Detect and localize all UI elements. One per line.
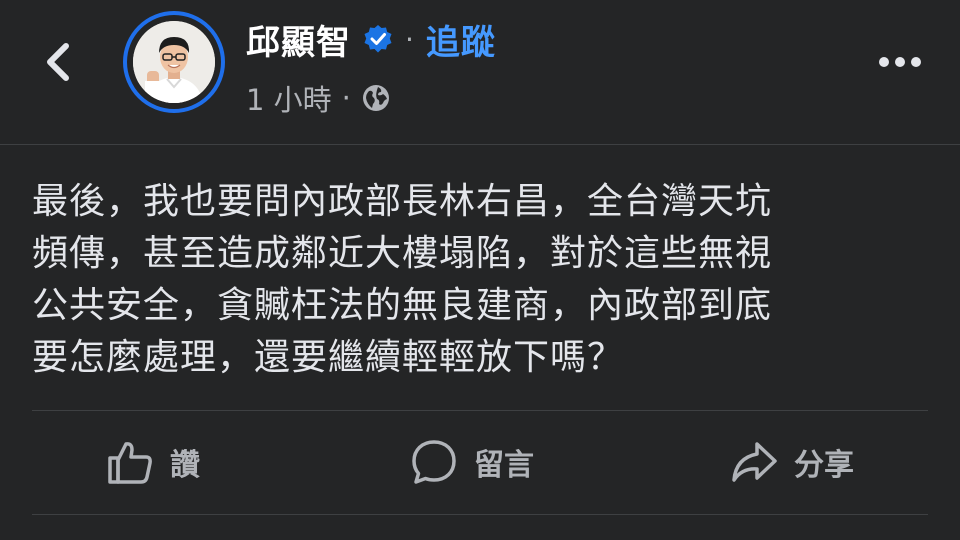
verified-badge-icon bbox=[364, 25, 392, 53]
header-divider bbox=[0, 144, 960, 145]
post-header: 邱顯智 · 追蹤 1 小時 · bbox=[0, 0, 960, 144]
post-meta: 1 小時 · bbox=[246, 78, 391, 118]
post-timestamp[interactable]: 1 小時 bbox=[246, 77, 332, 119]
thumbs-up-icon bbox=[108, 442, 152, 484]
chevron-left-icon bbox=[47, 43, 69, 81]
body-divider bbox=[32, 410, 928, 411]
avatar-photo bbox=[133, 21, 215, 103]
comment-button[interactable]: 留言 bbox=[410, 430, 534, 494]
share-button[interactable]: 分享 bbox=[730, 430, 854, 494]
author-avatar[interactable] bbox=[123, 11, 225, 113]
more-dots-icon bbox=[879, 57, 921, 67]
like-button[interactable]: 讚 bbox=[106, 430, 200, 494]
comment-label: 留言 bbox=[474, 448, 534, 483]
follow-button[interactable]: 追蹤 bbox=[426, 15, 496, 64]
post-actions-bar: 讚 留言 分享 bbox=[0, 430, 960, 494]
post-body-text: 最後，我也要問內政部長林右昌，全台灣天坑 頻傳，甚至造成鄰近大樓塌陷，對於這些無… bbox=[32, 181, 773, 378]
globe-icon[interactable] bbox=[361, 83, 391, 113]
actions-divider bbox=[32, 514, 928, 515]
share-arrow-icon bbox=[732, 442, 777, 482]
name-separator: · bbox=[405, 22, 414, 56]
share-label: 分享 bbox=[794, 448, 854, 483]
meta-separator: · bbox=[341, 81, 351, 115]
like-label: 讚 bbox=[170, 448, 200, 483]
author-row: 邱顯智 · 追蹤 bbox=[246, 14, 496, 64]
more-options-button[interactable] bbox=[876, 48, 924, 76]
comment-bubble-icon bbox=[412, 440, 456, 484]
author-name[interactable]: 邱顯智 bbox=[246, 15, 351, 64]
back-button[interactable] bbox=[40, 42, 80, 82]
